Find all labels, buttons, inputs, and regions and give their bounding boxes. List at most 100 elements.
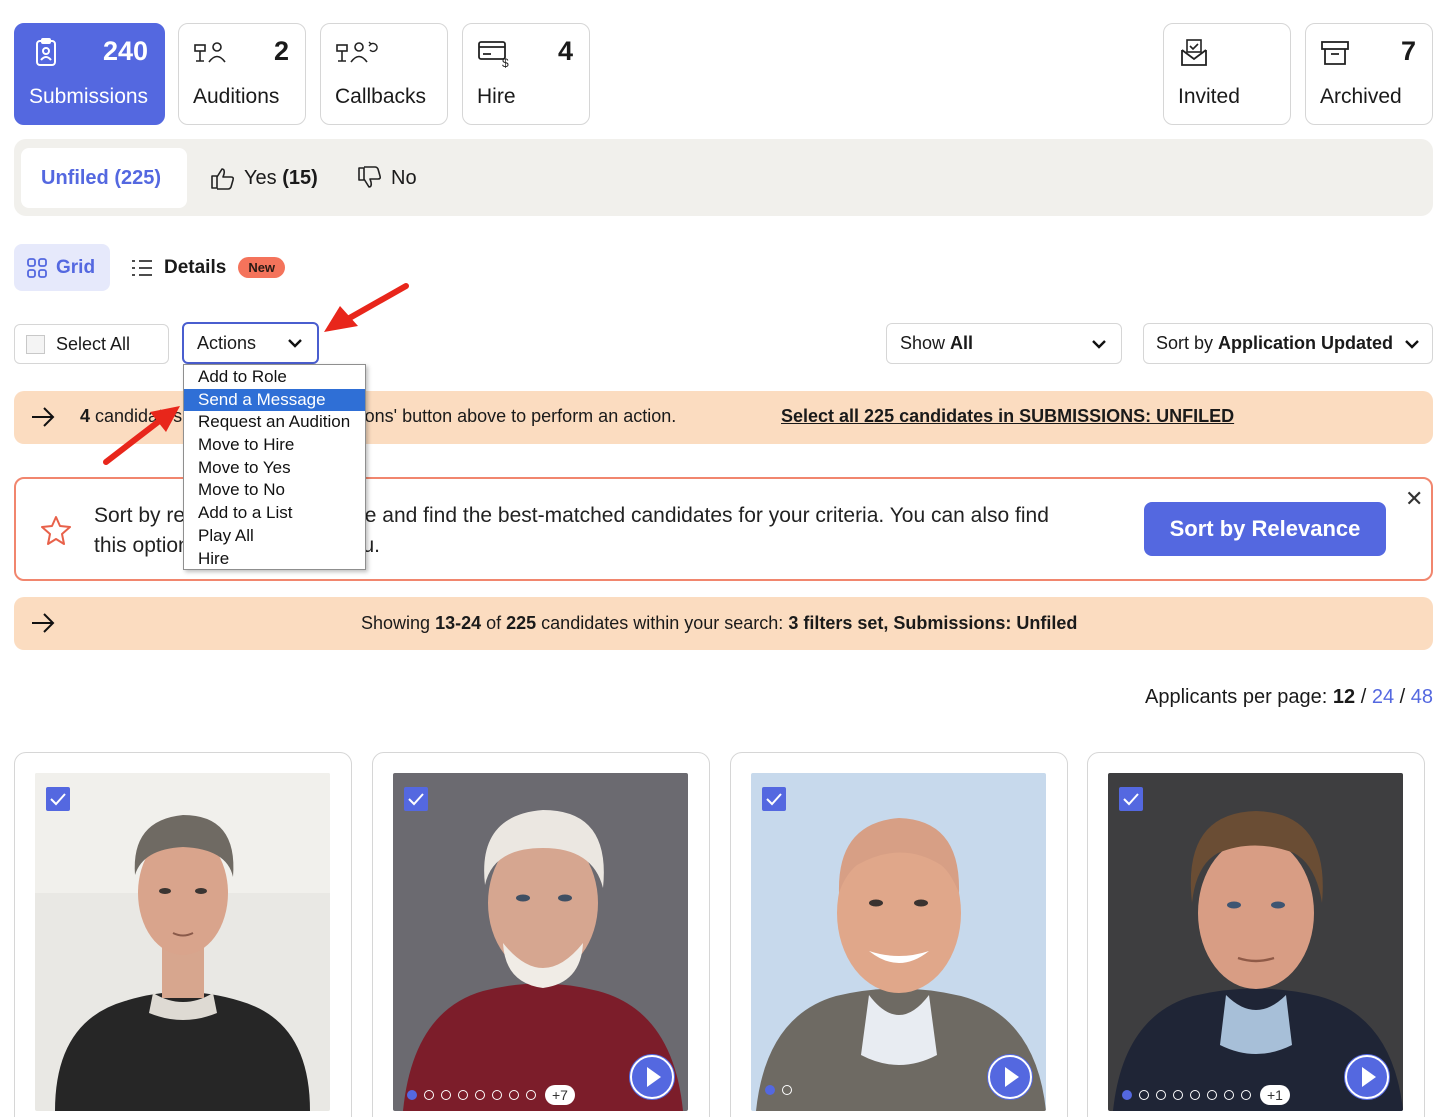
media-dot[interactable] — [492, 1090, 502, 1100]
view-grid-button[interactable]: Grid — [14, 244, 110, 291]
candidate-headshot[interactable] — [751, 773, 1046, 1111]
play-button[interactable] — [1344, 1054, 1390, 1100]
media-dot[interactable] — [1190, 1090, 1200, 1100]
stage-card-invited[interactable]: Invited — [1163, 23, 1291, 125]
list-icon — [132, 259, 152, 276]
show-filter-dropdown[interactable]: Show All — [886, 323, 1122, 364]
sort-by-relevance-button[interactable]: Sort by Relevance — [1144, 502, 1386, 556]
per-page-48-link[interactable]: 48 — [1411, 686, 1433, 708]
candidate-headshot[interactable]: +1 — [1108, 773, 1403, 1111]
actions-menu: Add to Role Send a Message Request an Au… — [183, 364, 366, 570]
media-dot[interactable] — [1241, 1090, 1251, 1100]
candidate-headshot[interactable] — [35, 773, 330, 1111]
candidate-checkbox[interactable] — [46, 787, 70, 811]
play-button[interactable] — [629, 1054, 675, 1100]
candidate-headshot[interactable]: +7 — [393, 773, 688, 1111]
media-dot[interactable] — [1139, 1090, 1149, 1100]
thumbs-up-icon — [211, 168, 235, 190]
menu-item-send-a-message[interactable]: Send a Message — [184, 388, 365, 412]
showing-range: 13-24 — [435, 613, 482, 633]
per-page-sep: / — [1355, 686, 1372, 708]
chevron-down-icon — [1405, 339, 1419, 349]
checkmark-icon — [1123, 793, 1139, 806]
checkbox-box[interactable] — [26, 334, 45, 354]
candidate-card[interactable]: +7 — [372, 752, 710, 1117]
view-details-button[interactable]: Details New — [131, 244, 286, 291]
media-dot[interactable] — [509, 1090, 519, 1100]
stage-label: Invited — [1178, 85, 1240, 108]
hire-payment-icon: $ — [478, 41, 509, 68]
candidate-card[interactable] — [730, 752, 1068, 1117]
menu-item-request-an-audition[interactable]: Request an Audition — [184, 411, 365, 434]
stage-label: Auditions — [193, 85, 280, 108]
showing-text: Showing 13-24 of 225 candidates within y… — [361, 613, 1077, 634]
showing-label: Showing — [361, 613, 436, 633]
candidate-card[interactable] — [14, 752, 352, 1117]
headshot-image — [35, 773, 330, 1111]
media-dot[interactable] — [782, 1085, 792, 1095]
per-page-label: Applicants per page: — [1145, 686, 1333, 708]
invite-envelope-icon — [1181, 39, 1207, 66]
stage-count: 7 — [1400, 36, 1416, 66]
menu-item-play-all[interactable]: Play All — [184, 525, 365, 548]
stage-count: 4 — [557, 36, 573, 66]
view-grid-label: Grid — [56, 256, 96, 278]
candidate-checkbox[interactable] — [1119, 787, 1143, 811]
media-dot[interactable] — [765, 1085, 775, 1095]
star-icon — [41, 516, 71, 545]
menu-item-move-to-yes[interactable]: Move to Yes — [184, 457, 365, 480]
archive-box-icon — [1321, 41, 1349, 65]
per-page-24-link[interactable]: 24 — [1372, 686, 1394, 708]
sort-value: Application Updated — [1218, 333, 1394, 353]
select-all-candidates-link[interactable]: Select all 225 candidates in SUBMISSIONS… — [781, 406, 1234, 427]
actions-dropdown[interactable]: Actions — [182, 322, 319, 364]
applicants-per-page: Applicants per page: 12 / 24 / 48 — [1145, 686, 1433, 709]
showing-sep: , — [883, 613, 894, 633]
sort-dropdown[interactable]: Sort by Application Updated — [1143, 323, 1433, 364]
grid-icon — [27, 257, 47, 278]
arrow-right-icon — [32, 613, 55, 633]
tab-no[interactable]: No — [357, 148, 417, 208]
media-dot[interactable] — [441, 1090, 451, 1100]
tab-unfiled[interactable]: Unfiled (225) — [21, 148, 187, 208]
stage-card-callbacks[interactable]: Callbacks — [320, 23, 448, 125]
actions-label: Actions — [197, 332, 257, 353]
tab-label: No — [391, 166, 417, 189]
tab-yes[interactable]: Yes (15) — [210, 148, 318, 208]
media-dot[interactable] — [407, 1090, 417, 1100]
checkmark-icon — [766, 793, 782, 806]
stage-label: Submissions — [29, 85, 149, 108]
thumbs-down-icon — [358, 166, 382, 188]
stage-card-submissions[interactable]: 240 Submissions — [14, 23, 165, 125]
annotation-arrow-send-message — [103, 406, 180, 465]
menu-item-add-to-a-list[interactable]: Add to a List — [184, 502, 365, 525]
menu-item-add-to-role[interactable]: Add to Role — [184, 366, 365, 389]
stage-card-hire[interactable]: $ 4 Hire — [462, 23, 590, 125]
play-button[interactable] — [987, 1054, 1033, 1100]
media-dot[interactable] — [1207, 1090, 1217, 1100]
media-dot[interactable] — [424, 1090, 434, 1100]
menu-item-hire[interactable]: Hire — [184, 548, 365, 571]
filters-set[interactable]: 3 filters set — [788, 613, 883, 633]
menu-item-move-to-hire[interactable]: Move to Hire — [184, 434, 365, 457]
media-dot[interactable] — [1224, 1090, 1234, 1100]
media-dot[interactable] — [1173, 1090, 1183, 1100]
view-details-label: Details — [164, 256, 227, 278]
stage-card-archived[interactable]: 7 Archived — [1305, 23, 1433, 125]
candidate-checkbox[interactable] — [404, 787, 428, 811]
close-icon[interactable]: ✕ — [1405, 486, 1423, 512]
media-dot[interactable] — [1122, 1090, 1132, 1100]
menu-item-move-to-no[interactable]: Move to No — [184, 479, 365, 502]
media-dot[interactable] — [1156, 1090, 1166, 1100]
media-dots: +7 — [407, 1085, 575, 1105]
media-dot[interactable] — [458, 1090, 468, 1100]
candidate-card[interactable]: +1 — [1087, 752, 1425, 1117]
more-media-badge: +7 — [545, 1085, 575, 1105]
tab-count: (15) — [282, 166, 318, 189]
media-dot[interactable] — [475, 1090, 485, 1100]
select-all-checkbox[interactable]: Select All — [14, 324, 169, 364]
media-dot[interactable] — [526, 1090, 536, 1100]
chevron-down-icon — [288, 339, 302, 348]
stage-card-auditions[interactable]: 2 Auditions — [178, 23, 306, 125]
candidate-checkbox[interactable] — [762, 787, 786, 811]
